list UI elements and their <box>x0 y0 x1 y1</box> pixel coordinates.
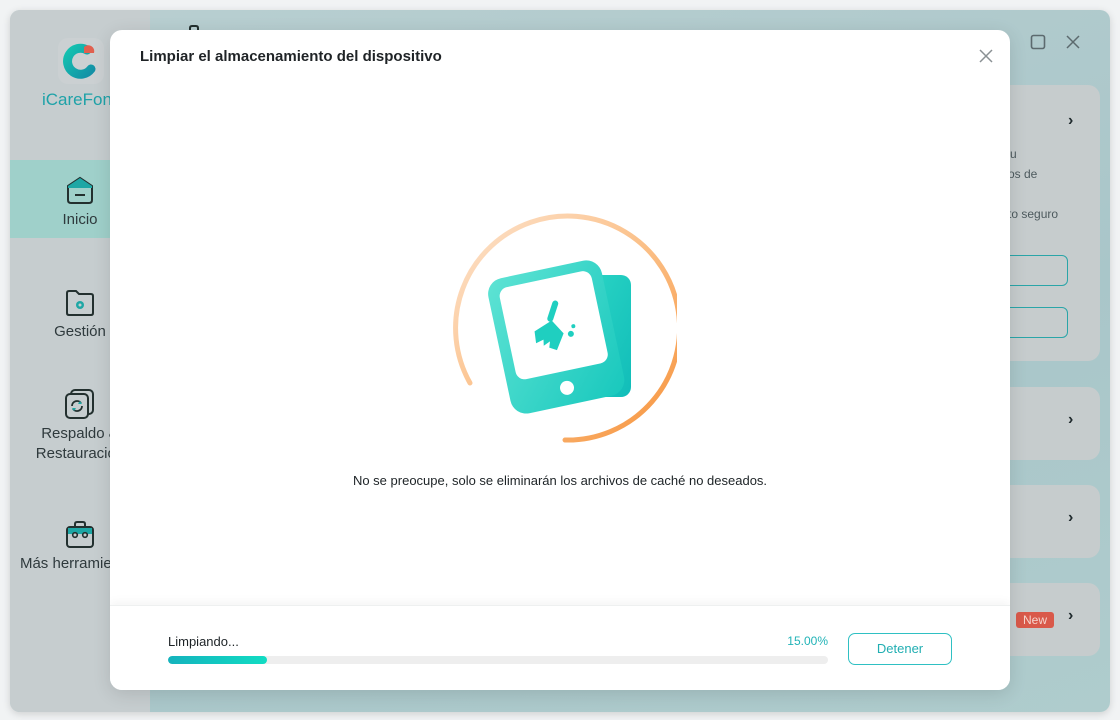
cleaning-illustration <box>453 213 677 443</box>
dialog-footer: Limpiando... 15.00% Detener <box>110 605 1010 690</box>
clean-storage-dialog: Limpiar el almacenamiento del dispositiv… <box>110 30 1010 690</box>
progress-fill <box>168 656 267 664</box>
modal-overlay: Limpiar el almacenamiento del dispositiv… <box>0 0 1120 720</box>
dialog-title: Limpiar el almacenamiento del dispositiv… <box>140 48 442 65</box>
progress-bar <box>168 656 828 664</box>
progress-percent: 15.00% <box>787 634 828 648</box>
close-icon[interactable] <box>974 44 998 68</box>
info-message: No se preocupe, solo se eliminarán los a… <box>352 473 768 488</box>
stop-button[interactable]: Detener <box>848 633 952 665</box>
progress-status: Limpiando... <box>168 634 239 649</box>
